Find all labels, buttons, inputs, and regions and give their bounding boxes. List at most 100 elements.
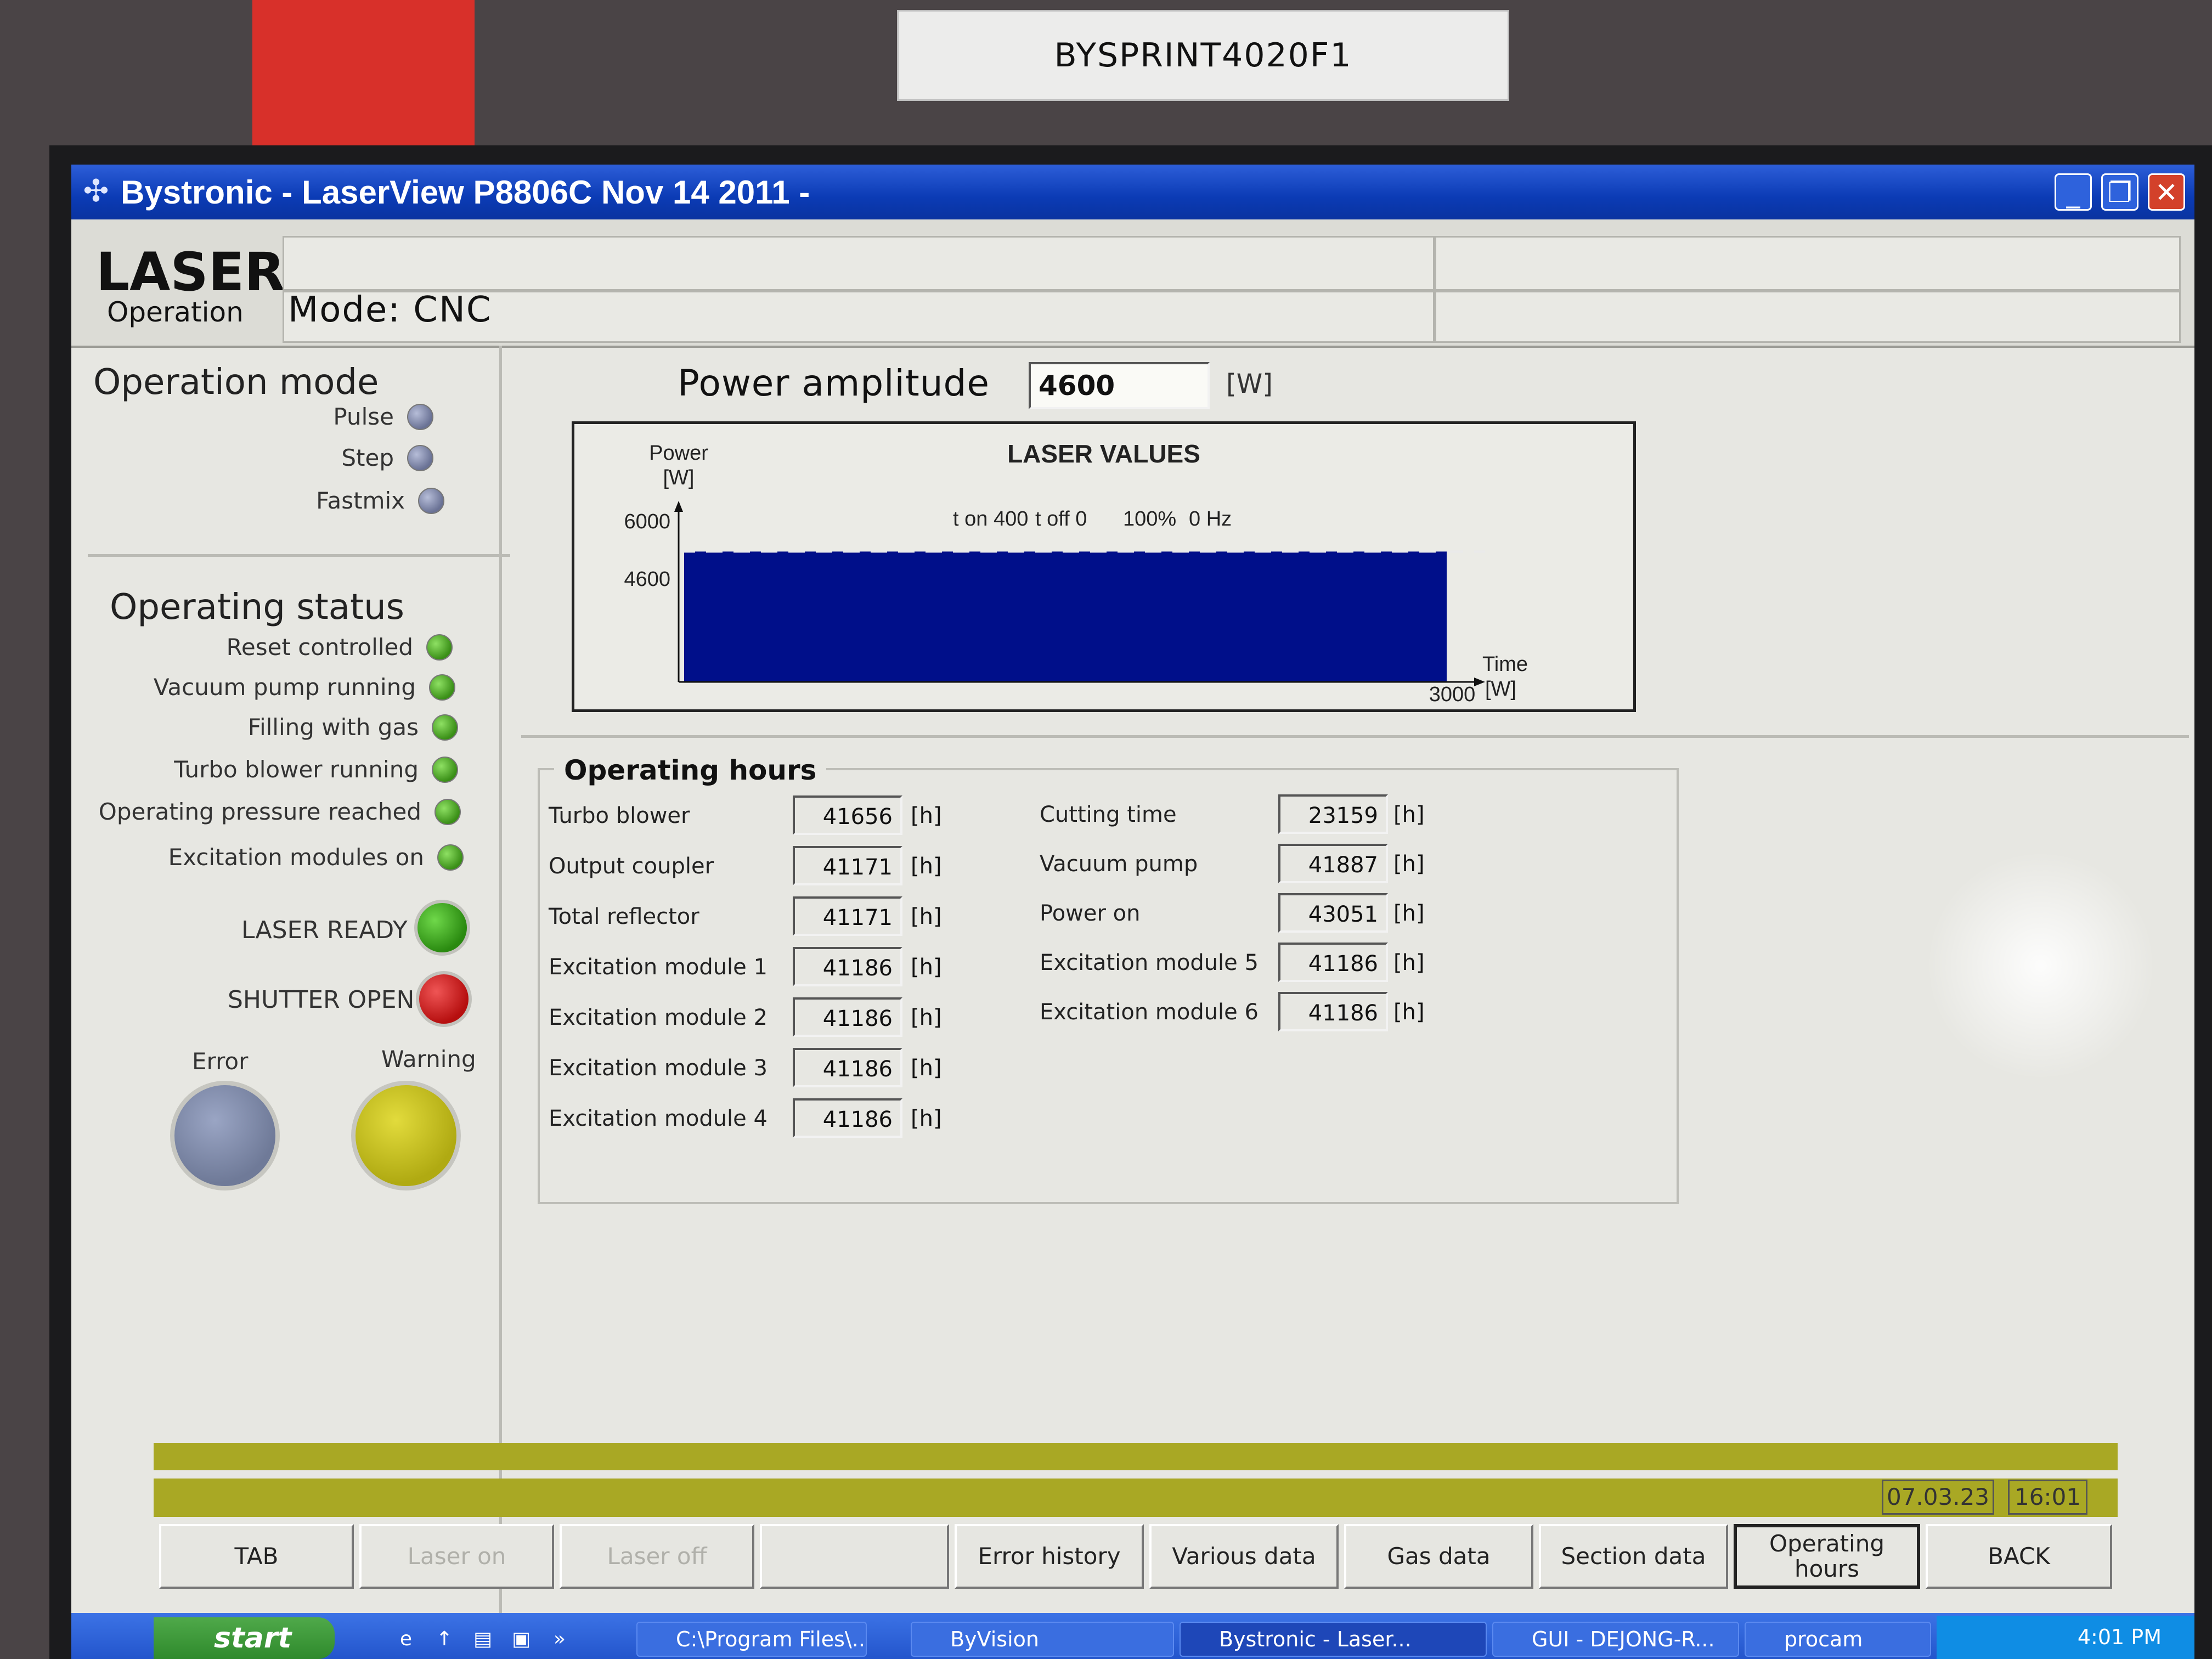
y-tick-label: 4600 (624, 568, 670, 591)
screen: ✣ Bystronic - LaserView P8806C Nov 14 20… (71, 165, 2194, 1659)
system-tray-clock: 4:01 PM (1937, 1616, 2194, 1659)
main-divider (521, 735, 2189, 738)
power-amplitude-input[interactable]: 4600 (1029, 362, 1210, 409)
taskbar-item-bystronic[interactable]: Bystronic - Laser... (1180, 1622, 1487, 1657)
hours-unit: [h] (911, 1056, 942, 1081)
laser-title: LASER (96, 241, 285, 303)
mode-step-label: Step (341, 444, 394, 471)
hours-value: 43051 (1278, 893, 1388, 933)
vertical-divider (499, 346, 502, 1629)
chart-annotation: 0 Hz (1189, 507, 1232, 531)
hours-unit: [h] (911, 904, 942, 929)
operating-hours-button[interactable]: Operating hours (1734, 1524, 1920, 1589)
status-filling-gas: Filling with gas (248, 714, 458, 741)
start-button[interactable]: start (154, 1617, 335, 1659)
hours-value: 41186 (1278, 992, 1388, 1031)
hours-value: 41186 (793, 1098, 902, 1138)
status-reset-controlled: Reset controlled (227, 634, 453, 661)
status-label: Filling with gas (247, 714, 419, 741)
mode-fastmix: Fastmix (316, 487, 444, 514)
mode-step: Step (341, 444, 433, 471)
mode-pulse: Pulse (333, 403, 433, 430)
taskbar-item-byvision[interactable]: ByVision (911, 1622, 1174, 1657)
laser-off-button[interactable]: Laser off (560, 1524, 754, 1589)
status-indicator (437, 844, 464, 871)
operating-hours-box (538, 768, 1679, 1204)
operation-mode-title: Operation mode (93, 362, 379, 403)
error-history-button[interactable]: Error history (955, 1524, 1144, 1589)
status-turbo-blower: Turbo blower running (174, 756, 458, 783)
x-axis-label: Time (1482, 653, 1528, 676)
power-amplitude-unit: [W] (1226, 369, 1273, 399)
laser-ready-light (414, 900, 470, 956)
laser-on-button[interactable]: Laser on (359, 1524, 554, 1589)
status-time: 16:01 (2008, 1480, 2087, 1515)
machine-label-sticker: BYSPRINT4020F1 (897, 10, 1509, 101)
status-label: Operating pressure reached (98, 798, 421, 825)
hours-unit: [h] (911, 955, 942, 980)
hours-unit: [h] (1393, 1000, 1425, 1025)
bystronic-app-icon: ✣ (83, 173, 109, 209)
x-axis-arrow (1474, 678, 1485, 686)
hours-value: 41186 (793, 997, 902, 1037)
y-axis-arrow (674, 501, 683, 512)
hours-label: Vacuum pump (1040, 851, 1198, 877)
window-titlebar[interactable]: ✣ Bystronic - LaserView P8806C Nov 14 20… (71, 165, 2194, 219)
various-data-button[interactable]: Various data (1149, 1524, 1339, 1589)
arrow-icon[interactable]: ↑ (433, 1628, 455, 1650)
back-button[interactable]: BACK (1926, 1524, 2112, 1589)
operating-hours-title: Operating hours (554, 754, 827, 786)
tab-button[interactable]: TAB (159, 1524, 354, 1589)
status-vacuum-pump: Vacuum pump running (154, 674, 455, 701)
hours-unit: [h] (911, 803, 942, 828)
laser-ready-label: LASER READY (241, 916, 408, 944)
status-indicator (435, 798, 461, 825)
hours-value: 41656 (793, 795, 902, 835)
hours-unit: [h] (911, 854, 942, 879)
hours-label: Turbo blower (549, 803, 690, 828)
power-area (684, 551, 1447, 682)
close-button[interactable]: ✕ (2148, 173, 2185, 211)
ie-icon[interactable]: e (395, 1628, 417, 1650)
minimize-button[interactable]: _ (2055, 173, 2092, 211)
y-axis-unit: [W] (663, 466, 695, 489)
error-label: Error (192, 1048, 249, 1075)
hours-label: Excitation module 1 (549, 955, 768, 980)
taskbar-item-procam[interactable]: procam (1745, 1622, 1931, 1657)
chart-annotation: t on 400 (953, 507, 1028, 531)
x-axis-unit: [W] (1485, 678, 1516, 701)
chart-annotation: t off 0 (1035, 507, 1087, 531)
laser-values-chart-svg: LASER VALUESPower[W]600046003000Time[W]t… (624, 439, 1528, 706)
hours-unit: [h] (1393, 851, 1425, 877)
blank-button[interactable] (760, 1524, 949, 1589)
hours-unit: [h] (1393, 901, 1425, 926)
status-indicator (426, 634, 453, 661)
power-amplitude-label: Power amplitude (678, 362, 990, 404)
chart-title: LASER VALUES (1007, 439, 1200, 468)
section-data-button[interactable]: Section data (1539, 1524, 1728, 1589)
folder-icon[interactable]: ▤ (472, 1628, 494, 1650)
y-axis-label: Power (649, 442, 708, 465)
hours-value: 41186 (793, 1048, 902, 1087)
mode-text: Mode: CNC (288, 290, 492, 330)
status-label: Vacuum pump running (153, 674, 416, 701)
header: LASER Operation Mode: CNC (71, 219, 2194, 348)
taskbar-item-gui[interactable]: GUI - DEJONG-R... (1492, 1622, 1739, 1657)
status-operating-pressure: Operating pressure reached (99, 798, 461, 825)
status-label: Turbo blower running (174, 756, 419, 783)
gas-data-button[interactable]: Gas data (1344, 1524, 1533, 1589)
status-indicator (429, 674, 455, 701)
hours-unit: [h] (911, 1106, 942, 1131)
hours-label: Excitation module 5 (1040, 950, 1259, 975)
hours-unit: [h] (1393, 802, 1425, 827)
hours-value: 41887 (1278, 844, 1388, 883)
window-title: Bystronic - LaserView P8806C Nov 14 2011… (121, 174, 810, 211)
hours-label: Power on (1040, 901, 1141, 926)
error-lamp (170, 1081, 280, 1190)
hours-label: Excitation module 4 (549, 1106, 768, 1131)
document-icon[interactable]: ▣ (510, 1628, 532, 1650)
chevron-icon[interactable]: » (549, 1628, 571, 1650)
taskbar-item-cmd[interactable]: C:\Program Files\... (636, 1622, 867, 1657)
maximize-button[interactable]: ❐ (2101, 173, 2138, 211)
hours-value: 41171 (793, 846, 902, 885)
